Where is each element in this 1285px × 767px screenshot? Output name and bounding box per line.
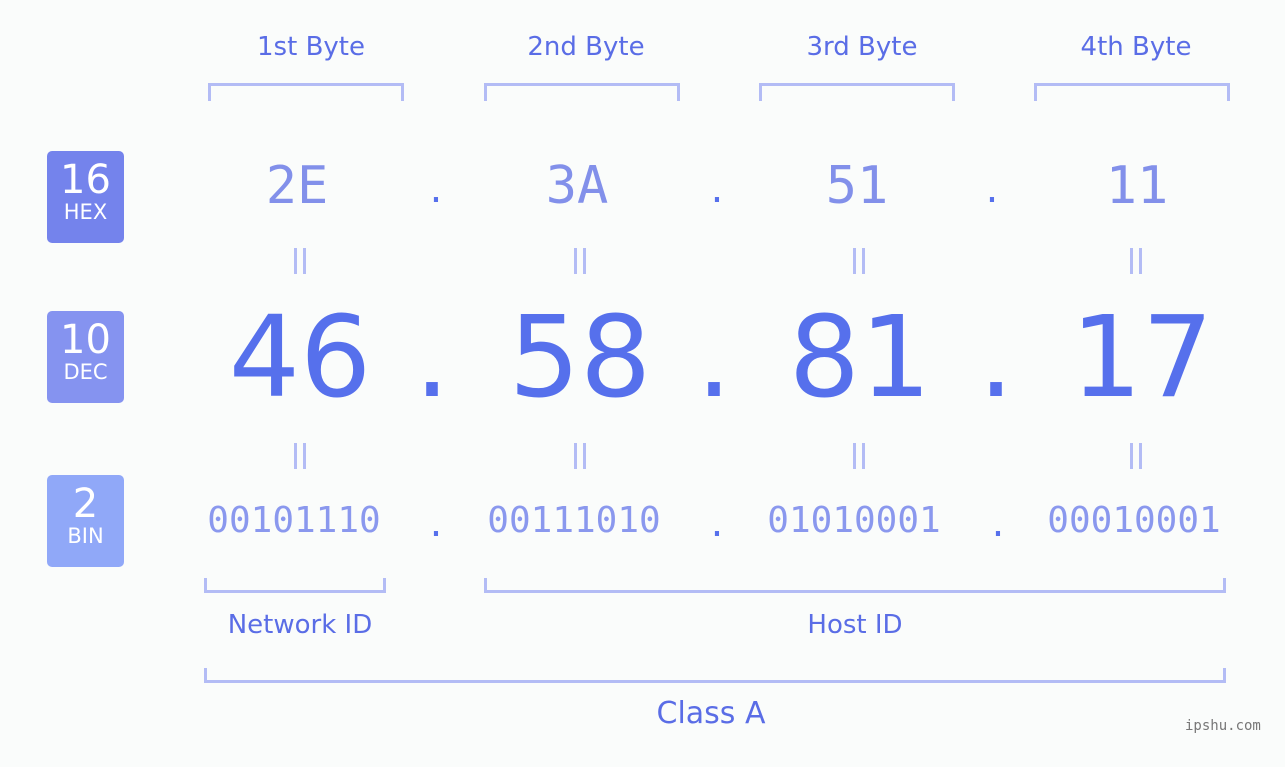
bin-byte-4: 00010001 xyxy=(1047,500,1221,541)
byte-header-3: 3rd Byte xyxy=(806,32,918,62)
equals-sign xyxy=(570,248,590,274)
equals-sign xyxy=(1126,248,1146,274)
bin-byte-2: 00111010 xyxy=(487,500,661,541)
network-id-label: Network ID xyxy=(227,610,373,640)
equals-sign xyxy=(849,443,869,469)
byte-bracket-4 xyxy=(1034,83,1230,101)
watermark: ipshu.com xyxy=(1185,718,1261,734)
bin-separator-2: . xyxy=(710,500,724,546)
bin-separator-1: . xyxy=(429,500,443,546)
hex-badge: 16 HEX xyxy=(47,151,124,243)
byte-bracket-2 xyxy=(484,83,680,101)
dec-byte-1: 46 xyxy=(228,293,372,423)
dec-separator-1: . xyxy=(414,293,450,423)
hex-separator-1: . xyxy=(429,166,443,212)
class-bracket xyxy=(204,668,1226,683)
dec-byte-4: 17 xyxy=(1070,293,1214,423)
host-id-label: Host ID xyxy=(807,610,903,640)
hex-byte-1: 2E xyxy=(265,156,329,216)
dec-base-number: 10 xyxy=(60,317,111,363)
hex-base-label: HEX xyxy=(63,200,108,224)
dec-separator-2: . xyxy=(696,293,732,423)
equals-sign xyxy=(849,248,869,274)
hex-byte-4: 11 xyxy=(1105,156,1169,216)
bin-base-number: 2 xyxy=(72,481,99,527)
hex-separator-2: . xyxy=(710,166,724,212)
hex-base-number: 16 xyxy=(60,157,111,203)
equals-sign xyxy=(290,248,310,274)
byte-header-4: 4th Byte xyxy=(1080,32,1192,62)
network-id-bracket xyxy=(204,578,386,593)
dec-separator-3: . xyxy=(978,293,1014,423)
class-label: Class A xyxy=(656,696,766,731)
byte-bracket-1 xyxy=(208,83,404,101)
dec-byte-2: 58 xyxy=(508,293,652,423)
bin-base-label: BIN xyxy=(67,524,104,548)
hex-byte-3: 51 xyxy=(825,156,889,216)
bin-separator-3: . xyxy=(991,500,1005,546)
bin-byte-1: 00101110 xyxy=(207,500,381,541)
dec-base-label: DEC xyxy=(63,360,108,384)
host-id-bracket xyxy=(484,578,1226,593)
bin-badge: 2 BIN xyxy=(47,475,124,567)
byte-header-2: 2nd Byte xyxy=(527,32,645,62)
hex-separator-3: . xyxy=(985,166,999,212)
equals-sign xyxy=(570,443,590,469)
dec-badge: 10 DEC xyxy=(47,311,124,403)
bin-byte-3: 01010001 xyxy=(767,500,941,541)
equals-sign xyxy=(1126,443,1146,469)
hex-byte-2: 3A xyxy=(545,156,609,216)
byte-header-1: 1st Byte xyxy=(257,32,365,62)
equals-sign xyxy=(290,443,310,469)
byte-bracket-3 xyxy=(759,83,955,101)
dec-byte-3: 81 xyxy=(788,293,932,423)
